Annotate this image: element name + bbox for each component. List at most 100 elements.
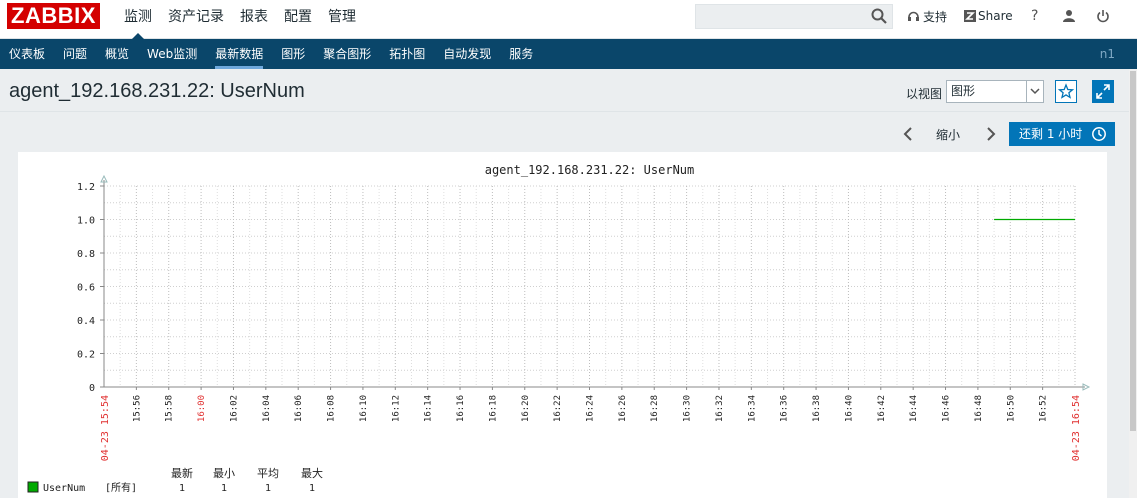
x-tick-label: 16:28 [650, 395, 660, 422]
legend-value: 1 [265, 483, 271, 494]
x-tick-label: 16:46 [942, 395, 952, 422]
x-tick-label: 16:04 [262, 395, 272, 422]
x-tick-label: 16:42 [877, 395, 887, 422]
y-tick-label: 1.0 [77, 216, 95, 227]
search-input[interactable] [695, 4, 893, 29]
x-tick-label: 16:48 [974, 395, 984, 422]
view-as-select[interactable]: 图形 [946, 80, 1044, 103]
main-nav-configuration[interactable]: 配置 [276, 0, 320, 39]
zoom-out-button[interactable]: 缩小 [936, 126, 960, 143]
favorite-button[interactable] [1055, 80, 1077, 103]
x-tick-label: 16:08 [327, 395, 337, 422]
page-title: agent_192.168.231.22: UserNum [9, 80, 305, 102]
sub-nav-screens[interactable]: 聚合图形 [314, 39, 380, 69]
legend-header: 平均 [257, 467, 279, 480]
legend-series-scope: [所有] [105, 481, 137, 494]
y-tick-label: 0.8 [77, 249, 95, 260]
main-nav: 监测 资产记录 报表 配置 管理 [116, 0, 364, 39]
y-tick-label: 0.6 [77, 283, 95, 294]
x-end-label: 04-23 16:54 [1071, 395, 1082, 461]
support-label: 支持 [923, 9, 948, 24]
sub-nav-maps[interactable]: 拓扑图 [380, 39, 434, 69]
headset-icon [908, 11, 919, 21]
chevron-down-icon [1026, 81, 1043, 102]
x-tick-label: 16:32 [715, 395, 725, 422]
time-reset-button[interactable]: 还剩 1 小时 [1009, 122, 1115, 146]
chevron-right-icon [987, 127, 996, 141]
y-tick-label: 0.4 [77, 316, 95, 327]
share-link[interactable]: Share [964, 0, 1013, 32]
x-tick-label: 16:10 [359, 395, 369, 422]
sub-nav-latest-data[interactable]: 最新数据 [206, 39, 272, 69]
time-reset-label: 还剩 1 小时 [1019, 127, 1083, 141]
legend-header: 最小 [213, 467, 235, 480]
star-icon [1055, 80, 1077, 103]
header-divider [0, 111, 1137, 112]
legend-header: 最新 [171, 466, 193, 480]
x-tick-label: 16:44 [909, 395, 919, 422]
sub-nav-web[interactable]: Web监测 [138, 39, 206, 69]
x-tick-label: 16:26 [618, 395, 628, 422]
x-tick-label: 15:58 [165, 395, 175, 422]
x-tick-label: 16:34 [747, 395, 757, 422]
user-profile-button[interactable] [1062, 0, 1076, 32]
help-button[interactable]: ? [1031, 0, 1038, 32]
legend-swatch [27, 481, 39, 493]
view-as-value: 图形 [951, 84, 976, 98]
x-tick-label: 16:36 [780, 395, 790, 422]
x-tick-label: 16:12 [391, 395, 401, 422]
sub-nav-discovery[interactable]: 自动发现 [434, 39, 500, 69]
fullscreen-button[interactable] [1092, 80, 1114, 103]
node-label: n1 [1099, 47, 1115, 61]
usernum-graph: agent_192.168.231.22: UserNum 0 0.2 0.4 0.6 0… [27, 163, 1091, 494]
chart-title: agent_192.168.231.22: UserNum [485, 163, 695, 177]
user-icon [1063, 10, 1075, 22]
main-nav-monitoring[interactable]: 监测 [116, 0, 160, 39]
zabbix-logo[interactable]: ZABBIX [7, 3, 100, 29]
power-icon [1097, 10, 1109, 23]
legend-value: 1 [309, 483, 315, 494]
sub-nav-graphs[interactable]: 图形 [272, 39, 314, 69]
main-nav-inventory[interactable]: 资产记录 [160, 0, 232, 39]
search-icon[interactable] [870, 7, 888, 25]
x-tick-label: 16:20 [521, 395, 531, 422]
share-label: Share [978, 9, 1013, 23]
x-tick-label: 16:00 [197, 395, 207, 422]
logout-button[interactable] [1096, 0, 1110, 32]
main-nav-reports[interactable]: 报表 [232, 0, 276, 39]
sub-nav-overview[interactable]: 概览 [96, 39, 138, 69]
fullscreen-icon [1092, 80, 1114, 103]
y-tick-label: 0 [89, 383, 95, 394]
main-nav-administration[interactable]: 管理 [320, 0, 364, 39]
x-tick-label: 16:52 [1039, 395, 1049, 422]
legend-value: 1 [221, 483, 227, 494]
sub-nav-dashboard[interactable]: 仪表板 [0, 39, 54, 69]
x-tick-label: 15:56 [132, 395, 142, 422]
graph-panel: agent_192.168.231.22: UserNum 0 0.2 0.4 0.6 0… [18, 152, 1107, 498]
time-back-button[interactable] [900, 125, 916, 143]
x-tick-label: 16:18 [488, 395, 498, 422]
support-link[interactable]: 支持 [907, 0, 947, 32]
x-tick-label: 16:16 [456, 395, 466, 422]
x-tick-label: 16:22 [553, 395, 563, 422]
legend-series-name: UserNum [43, 483, 85, 494]
clock-icon [1092, 127, 1106, 141]
x-tick-label: 16:14 [424, 395, 434, 422]
x-start-label: 04-23 15:54 [100, 395, 111, 461]
view-as-label: 以视图 [906, 87, 943, 101]
scrollbar-thumb[interactable] [1130, 71, 1136, 431]
sub-nav-problems[interactable]: 问题 [54, 39, 96, 69]
legend-header: 最大 [301, 466, 323, 480]
x-tick-label: 16:24 [586, 395, 596, 422]
x-tick-label: 16:50 [1006, 395, 1016, 422]
x-tick-label: 16:38 [812, 395, 822, 422]
top-bar: ZABBIX 监测 资产记录 报表 配置 管理 支持 Share ? [0, 0, 1137, 39]
y-tick-label: 1.2 [77, 182, 95, 193]
page-scrollbar[interactable] [1129, 69, 1137, 498]
x-tick-label: 16:30 [683, 395, 693, 422]
time-forward-button[interactable] [983, 125, 999, 143]
x-tick-label: 16:02 [229, 395, 239, 422]
sub-nav-services[interactable]: 服务 [500, 39, 542, 69]
x-tick-label: 16:40 [844, 395, 854, 422]
share-z-icon [964, 10, 976, 22]
